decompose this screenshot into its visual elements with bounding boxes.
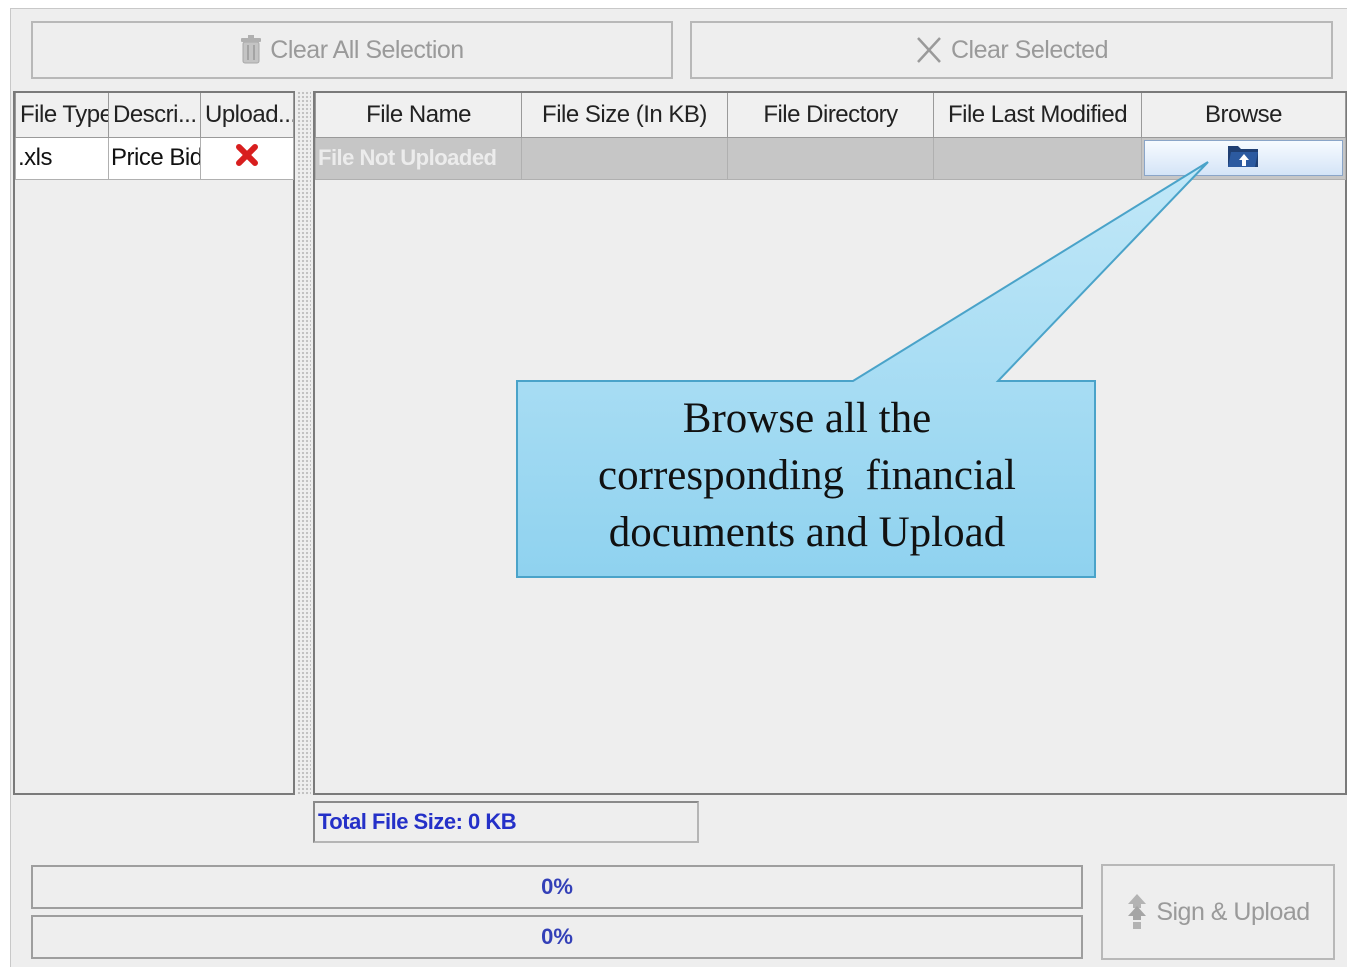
file-last-modified-cell bbox=[933, 136, 1142, 180]
callout-line: Browse all the bbox=[682, 395, 932, 442]
file-size-cell bbox=[521, 136, 728, 180]
file-name-cell: File Not Uploaded bbox=[315, 136, 522, 180]
callout-text: Browse all the corresponding financial d… bbox=[519, 390, 1095, 561]
column-header-file-last-modified[interactable]: File Last Modified bbox=[933, 93, 1142, 138]
column-header-description[interactable]: Descri... bbox=[108, 93, 201, 138]
upload-arrows-icon bbox=[1126, 893, 1148, 931]
callout-line: corresponding financial bbox=[598, 452, 1016, 499]
column-header-uploaded[interactable]: Upload... bbox=[200, 93, 294, 138]
table-row[interactable]: .xls Price Bid bbox=[15, 136, 294, 180]
sign-progress-bar: 0% bbox=[31, 915, 1083, 959]
sign-and-upload-button[interactable]: Sign & Upload bbox=[1101, 864, 1335, 960]
clear-all-selection-label: Clear All Selection bbox=[270, 35, 464, 64]
file-requirements-table: File Type Descri... Upload... .xls Price… bbox=[15, 93, 294, 180]
total-file-size: Total File Size: 0 KB bbox=[313, 801, 699, 843]
clear-selected-label: Clear Selected bbox=[951, 35, 1108, 64]
trash-icon bbox=[240, 35, 262, 65]
file-type-cell: .xls bbox=[15, 136, 109, 180]
split-pane-divider[interactable] bbox=[297, 91, 311, 795]
red-x-icon bbox=[235, 143, 259, 173]
sign-and-upload-label: Sign & Upload bbox=[1156, 897, 1310, 926]
close-icon bbox=[915, 35, 943, 65]
file-requirements-panel: File Type Descri... Upload... .xls Price… bbox=[13, 91, 295, 795]
clear-all-selection-button[interactable]: Clear All Selection bbox=[31, 21, 673, 79]
file-directory-cell bbox=[727, 136, 934, 180]
table-row[interactable]: File Not Uploaded bbox=[315, 136, 1346, 180]
progress-label: 0% bbox=[541, 874, 573, 899]
column-header-browse[interactable]: Browse bbox=[1141, 93, 1346, 138]
progress-label: 0% bbox=[541, 924, 573, 949]
column-header-file-name[interactable]: File Name bbox=[315, 93, 522, 138]
folder-upload-icon bbox=[1226, 141, 1262, 176]
column-header-file-directory[interactable]: File Directory bbox=[727, 93, 934, 138]
callout-line: documents and Upload bbox=[608, 509, 1006, 556]
description-cell: Price Bid bbox=[108, 136, 201, 180]
column-header-file-size[interactable]: File Size (In KB) bbox=[521, 93, 728, 138]
file-details-table: File Name File Size (In KB) File Directo… bbox=[315, 93, 1346, 180]
browse-button[interactable] bbox=[1144, 140, 1343, 176]
clear-selected-button[interactable]: Clear Selected bbox=[690, 21, 1333, 79]
upload-progress-bar: 0% bbox=[31, 865, 1083, 909]
column-header-file-type[interactable]: File Type bbox=[15, 93, 109, 138]
uploaded-status-cell bbox=[200, 136, 294, 180]
browse-cell bbox=[1141, 136, 1346, 180]
